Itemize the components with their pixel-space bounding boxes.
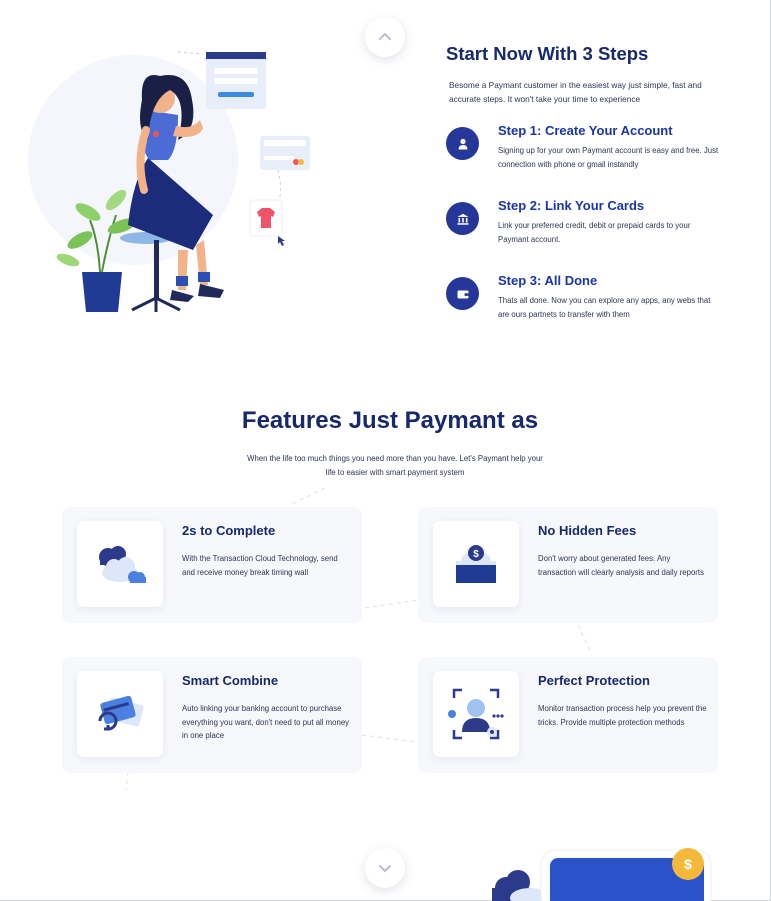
feature-card-text: Auto linking your banking account to pur… [182,704,350,740]
svg-text:$: $ [684,856,692,872]
step-title: Step 1: Create Your Account [498,123,673,138]
feature-card-no-hidden-fees: $ No Hidden Fees Don't worry about gener… [418,507,718,623]
step-create-account: Step 1: Create Your Account Signing up f… [446,123,736,183]
face-scan-icon [433,671,519,757]
steps-section-subtitle: Besome a Paymant customer in the easiest… [449,80,702,104]
step-title: Step 2: Link Your Cards [498,198,645,213]
feature-card-title: No Hidden Fees [538,523,637,538]
feature-card-perfect-protection: Perfect Protection Monitor transaction p… [418,657,718,773]
wallet-icon [446,277,479,310]
step-title: Step 3: All Done [498,273,598,288]
features-section-subtitle: When the life too much things you need m… [247,454,543,477]
feature-card-text: Monitor transaction process help you pre… [538,704,707,727]
step-text: Link your preferred credit, debit or pre… [498,221,691,244]
features-section-title: Features Just Paymant as [241,407,539,434]
cards-icon [77,671,163,757]
chevron-down-icon [379,865,391,872]
step-text: Thats all done. Now you can explore any … [498,296,711,319]
step-link-cards: Step 2: Link Your Cards Link your prefer… [446,198,736,258]
bank-icon [446,202,479,235]
feature-card-smart-combine: Smart Combine Auto linking your banking … [62,657,362,773]
user-icon [446,127,479,160]
svg-text:$: $ [473,549,479,560]
phone-cloud-illustration: $ [492,848,712,901]
step-text: Signing up for your own Paymant account … [498,146,719,169]
money-bag-icon: $ [433,521,519,607]
feature-card-title: Smart Combine [182,673,279,688]
step-all-done: Step 3: All Done Thats all done. Now you… [446,273,736,333]
steps-section-title: Start Now With 3 Steps [446,43,649,64]
scroll-up-button[interactable] [365,17,405,57]
cloud-icon [77,521,163,607]
feature-card-title: Perfect Protection [538,673,650,688]
feature-card-2s-complete: 2s to Complete With the Transaction Clou… [62,507,362,623]
feature-card-text: Don't worry about generated fees. Any tr… [538,554,704,577]
feature-card-title: 2s to Complete [182,523,276,538]
scroll-down-button[interactable] [365,848,405,888]
feature-card-text: With the Transaction Cloud Technology, s… [182,554,338,577]
woman-on-stool-illustration [28,51,310,312]
chevron-up-icon [379,33,391,40]
